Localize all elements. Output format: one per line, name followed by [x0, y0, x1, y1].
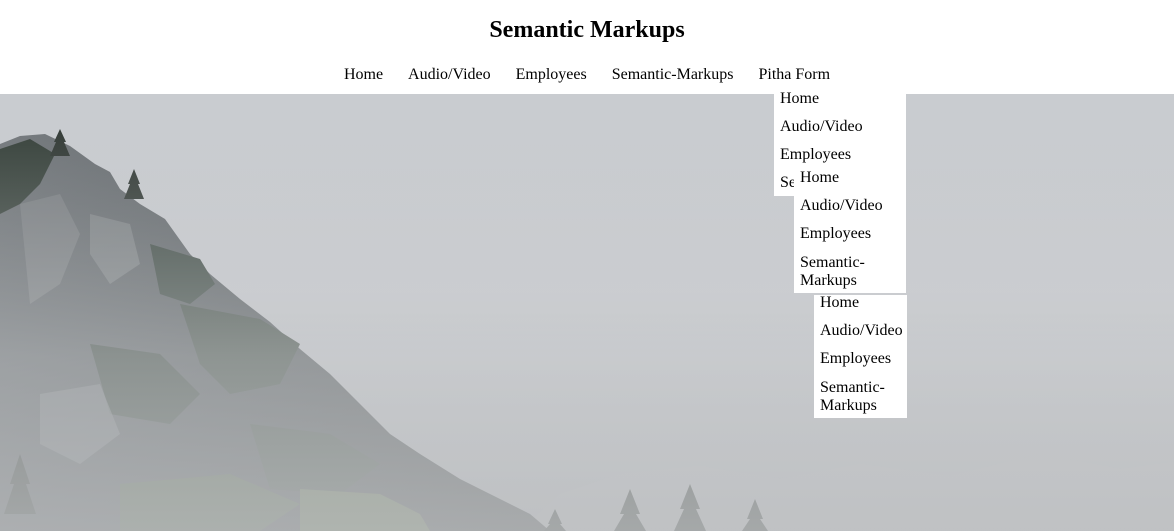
main-nav: Home Audio/Video Employees Semantic-Mark… — [0, 65, 1174, 85]
page-title: Semantic Markups — [489, 17, 685, 43]
dropdown-menu-level2: Home Audio/Video Employees Semantic-Mark… — [794, 170, 906, 293]
dropdown-item-employees[interactable]: Employees — [814, 351, 907, 379]
site-header: Semantic Markups Home Audio/Video Employ… — [0, 0, 1174, 94]
dropdown-item-employees[interactable]: Employees — [794, 226, 906, 254]
dropdown-item-home[interactable]: Home — [774, 91, 906, 119]
nav-item-semantic-markups[interactable]: Semantic-Markups — [599, 65, 746, 85]
dropdown-item-audio-video[interactable]: Audio/Video — [794, 198, 906, 226]
dropdown-menu-level3: Home Audio/Video Employees Semantic-Mark… — [814, 295, 907, 418]
nav-item-pitha-form[interactable]: Pitha Form — [746, 65, 843, 85]
hero-image — [0, 94, 1174, 531]
dropdown-item-home[interactable]: Home — [814, 295, 907, 323]
dropdown-item-audio-video[interactable]: Audio/Video — [814, 323, 907, 351]
dropdown-item-home[interactable]: Home — [794, 170, 906, 198]
dropdown-item-audio-video[interactable]: Audio/Video — [774, 119, 906, 147]
nav-item-audio-video[interactable]: Audio/Video — [396, 65, 504, 85]
nav-item-employees[interactable]: Employees — [503, 65, 599, 85]
dropdown-item-semantic-markups[interactable]: Semantic-Markups — [814, 379, 894, 415]
mountain-landscape-image — [0, 94, 1174, 531]
nav-item-home[interactable]: Home — [331, 65, 395, 85]
dropdown-item-semantic-markups[interactable]: Semantic-Markups — [794, 254, 874, 290]
